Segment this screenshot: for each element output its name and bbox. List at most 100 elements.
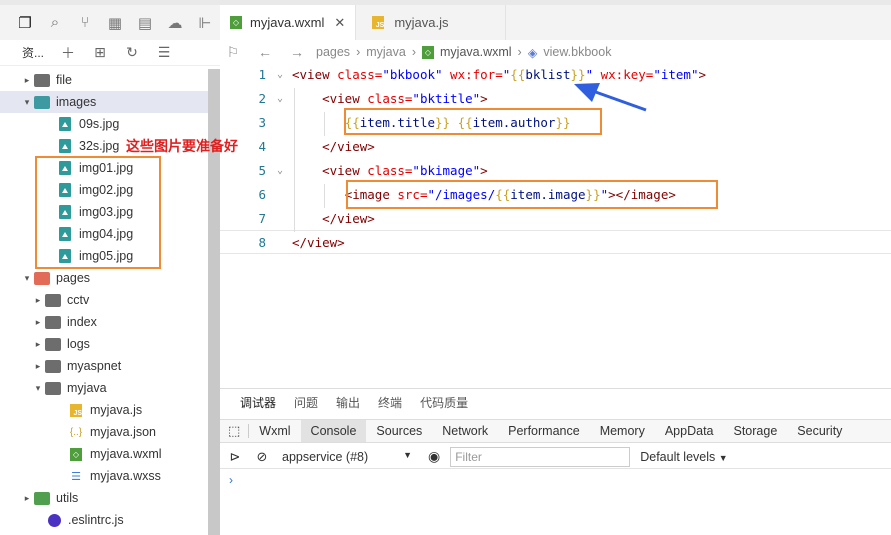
code-line[interactable]: 2 ⌄ <view class="bktitle"> xyxy=(220,86,891,110)
save-icon[interactable]: ▤ xyxy=(130,8,160,38)
tree-item[interactable]: ▸ file xyxy=(0,69,208,91)
tree-item[interactable]: {..} myjava.json xyxy=(0,421,208,443)
wxml-file-icon: ◇ xyxy=(70,447,82,461)
eye-icon[interactable]: ◉ xyxy=(428,448,440,465)
extensions-icon[interactable]: ▦ xyxy=(100,8,130,38)
tree-item[interactable]: ▸ index xyxy=(0,311,208,333)
devtools-tab-security[interactable]: Security xyxy=(787,420,852,442)
code-token: </view> xyxy=(322,138,375,154)
code-token: "bktitle" xyxy=(412,90,481,106)
tree-item[interactable]: ▾ pages xyxy=(0,267,208,289)
code-token: </view> xyxy=(292,234,345,250)
forward-icon[interactable]: → xyxy=(284,44,310,60)
chevron-right-icon: ▸ xyxy=(35,294,41,305)
tree-item[interactable]: ☰ myjava.wxss xyxy=(0,465,208,487)
tree-item[interactable]: ▸ myaspnet xyxy=(0,355,208,377)
breadcrumb-item[interactable]: view.bkbook xyxy=(543,45,611,59)
folder-icon xyxy=(45,381,61,395)
code-editor[interactable]: 1 ⌄ <view class="bkbook" wx:for="{{bklist}… xyxy=(220,62,891,262)
js-file-icon: JS xyxy=(70,403,82,417)
fold-chevron-icon[interactable]: ⌄ xyxy=(268,93,292,104)
chevron-right-icon: ▸ xyxy=(35,360,41,371)
devtools-tab-memory[interactable]: Memory xyxy=(590,420,655,442)
new-folder-icon[interactable]: ⊞ xyxy=(84,44,116,61)
chevron-right-icon: ▸ xyxy=(24,492,30,503)
levels-select[interactable]: Default levels ▼ xyxy=(640,450,727,464)
tab-myjava-js[interactable]: JS myjava.js xyxy=(356,5,507,40)
code-line[interactable]: 4 </view> xyxy=(220,134,891,158)
tree-item[interactable]: JS myjava.js xyxy=(0,399,208,421)
tree-item[interactable]: ▾ images xyxy=(0,91,208,113)
tree-item-label: 32s.jpg xyxy=(79,139,120,153)
code-line[interactable]: 1 ⌄ <view class="bkbook" wx:for="{{bklist}… xyxy=(220,62,891,86)
back-icon[interactable]: ← xyxy=(252,44,278,60)
devtools-tab-sources[interactable]: Sources xyxy=(366,420,432,442)
collapse-icon[interactable]: ☰ xyxy=(148,44,180,61)
context-select[interactable]: appservice (#8) ▼ xyxy=(282,450,412,464)
js-file-icon: JS xyxy=(372,16,385,29)
inspect-icon[interactable]: ⬚ xyxy=(220,420,248,442)
tree-item[interactable]: 09s.jpg xyxy=(0,113,208,135)
bookmark-icon[interactable]: ⚐ xyxy=(220,44,246,61)
folder-icon xyxy=(45,337,61,351)
devtools-tab-appdata[interactable]: AppData xyxy=(655,420,724,442)
chevron-down-icon: ▾ xyxy=(24,96,30,107)
panel-tab-problems[interactable]: 问题 xyxy=(294,394,318,411)
wxml-file-icon: ◇ xyxy=(68,447,84,461)
devtools-tab-performance[interactable]: Performance xyxy=(498,420,590,442)
search-icon[interactable]: ⌕ xyxy=(40,8,70,38)
tree-item[interactable]: ▸ logs xyxy=(0,333,208,355)
folder-icon xyxy=(45,293,61,307)
code-line[interactable]: 5 ⌄ <view class="bkimage"> xyxy=(220,158,891,182)
panel-tab-debugger[interactable]: 调试器 xyxy=(240,394,276,411)
code-token: > xyxy=(480,162,488,178)
sidebar-toggle-icon[interactable]: ⊳ xyxy=(220,449,250,465)
tab-myjava-wxml[interactable]: ◇ myjava.wxml ✕ xyxy=(220,5,357,40)
panel-tab-terminal[interactable]: 终端 xyxy=(378,394,402,411)
files-icon[interactable]: ❐ xyxy=(10,8,40,38)
devtools-tab-network[interactable]: Network xyxy=(432,420,498,442)
line-number: 2 xyxy=(258,90,266,106)
console-prompt-icon[interactable]: › xyxy=(229,473,233,487)
tree-item[interactable]: ▸ utils xyxy=(0,487,208,509)
breadcrumb-item[interactable]: pages xyxy=(316,45,350,59)
panel-tab-code-quality[interactable]: 代码质量 xyxy=(420,394,468,411)
tree-item[interactable]: ◇ myjava.wxml xyxy=(0,443,208,465)
refresh-icon[interactable]: ↻ xyxy=(116,44,148,61)
indent-guide xyxy=(294,88,295,232)
fold-chevron-icon[interactable]: ⌄ xyxy=(268,69,292,80)
docker-icon[interactable]: ☁ xyxy=(160,8,190,38)
tree-item-label: images xyxy=(56,95,97,109)
devtools-tab-wxml[interactable]: Wxml xyxy=(249,420,300,442)
fold-chevron-icon[interactable]: ⌄ xyxy=(268,165,292,176)
panel-tab-output[interactable]: 输出 xyxy=(336,394,360,411)
code-line[interactable]: 8 </view> xyxy=(220,230,891,254)
breadcrumb-item[interactable]: myjava.wxml xyxy=(440,45,512,59)
code-token: <view xyxy=(292,66,338,82)
tree-item[interactable]: ▾ myjava xyxy=(0,377,208,399)
tab-label: myjava.js xyxy=(394,15,449,30)
devtools-tab-console[interactable]: Console xyxy=(300,420,367,442)
ide-window: ❐ ⌕ ⑂ ▦ ▤ ☁ ⊩ 资... ＋ ⊞ ↻ ☰ ▸ file ▾ images 0… xyxy=(0,0,891,535)
devtools-tab-storage[interactable]: Storage xyxy=(724,420,788,442)
code-token: class= xyxy=(367,162,413,178)
tree-item[interactable]: .eslintrc.js xyxy=(0,509,208,531)
add-icon[interactable]: ＋ xyxy=(52,43,84,63)
close-icon[interactable]: ✕ xyxy=(334,15,345,31)
clear-console-icon[interactable]: ⊘ xyxy=(250,449,274,465)
source-control-icon[interactable]: ⑂ xyxy=(70,8,100,38)
levels-value: Default levels xyxy=(640,449,716,464)
indent-guide xyxy=(324,112,325,136)
code-token: "bkbook" xyxy=(382,66,443,82)
line-number: 8 xyxy=(258,234,266,250)
breadcrumb-item[interactable]: myjava xyxy=(366,45,406,59)
wxml-file-icon: ◇ xyxy=(422,45,434,59)
tree-item[interactable]: ▸ cctv xyxy=(0,289,208,311)
filter-input[interactable]: Filter xyxy=(450,446,631,467)
tab-label: myjava.wxml xyxy=(250,15,325,30)
tree-item-label: utils xyxy=(56,491,79,505)
debug-icon[interactable]: ⊩ xyxy=(190,8,220,38)
code-line[interactable]: 7 </view> xyxy=(220,206,891,230)
folder-icon xyxy=(34,95,50,109)
